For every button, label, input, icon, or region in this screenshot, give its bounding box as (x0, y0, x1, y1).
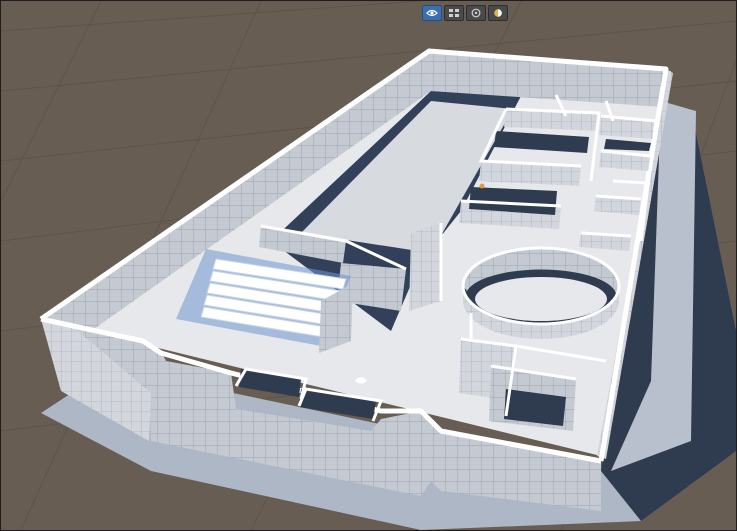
grid-layout-button[interactable] (444, 5, 464, 21)
lighting-button[interactable] (488, 5, 508, 21)
scene-view-icon (426, 9, 438, 17)
gizmo-button[interactable] (466, 5, 486, 21)
scene-toolbar (422, 5, 508, 21)
scene-viewport[interactable] (1, 1, 736, 530)
grid-layout-icon (449, 9, 459, 17)
gizmo-icon (471, 8, 481, 18)
scene-view-button[interactable] (422, 5, 442, 21)
point-light-icon[interactable] (479, 183, 485, 189)
lighting-icon (494, 9, 502, 17)
circular-room (461, 246, 621, 339)
scene-view-window (0, 0, 737, 531)
